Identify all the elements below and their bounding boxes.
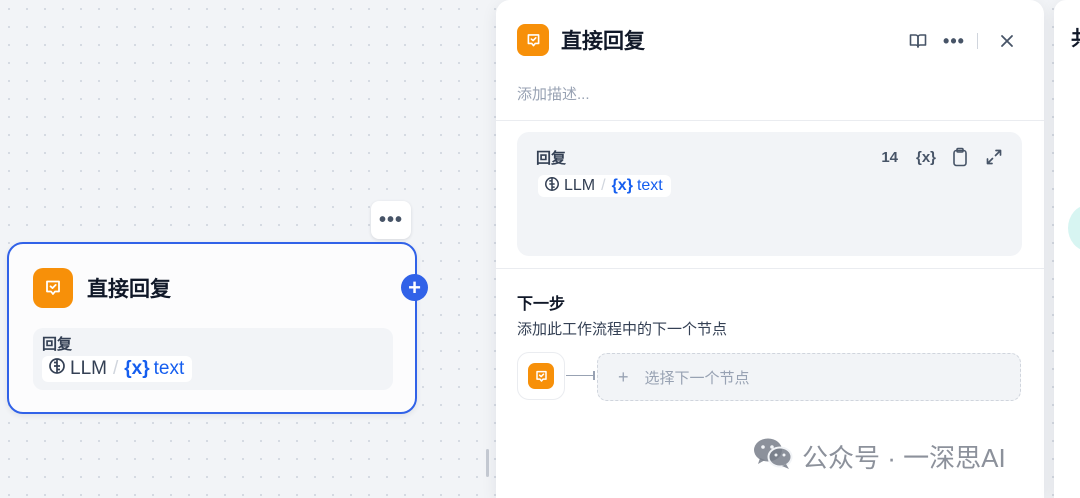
description-input[interactable]: 添加描述... bbox=[517, 83, 590, 104]
direct-reply-node[interactable]: 直接回复 回复 LLM / {x} text bbox=[7, 242, 417, 414]
panel-more-button[interactable]: ••• bbox=[941, 28, 967, 54]
select-next-node-label: 选择下一个节点 bbox=[644, 369, 750, 387]
variable-icon: {x} bbox=[611, 177, 633, 194]
variable-source-node: LLM bbox=[70, 358, 107, 379]
variable-name: text bbox=[153, 358, 185, 379]
adjacent-panel-title: 共 bbox=[1071, 22, 1080, 51]
variable-name: text bbox=[636, 177, 663, 194]
node-more-button[interactable]: ••• bbox=[371, 201, 411, 239]
next-step-description: 添加此工作流程中的下一个节点 bbox=[517, 321, 728, 338]
variable-separator: / bbox=[112, 358, 119, 379]
variable-chip: LLM / {x} text bbox=[42, 356, 193, 382]
watermark: 公众号 · 一深思AI bbox=[752, 436, 1006, 477]
divider bbox=[496, 268, 1044, 269]
expand-icon[interactable] bbox=[982, 145, 1006, 169]
variable-chip[interactable]: LLM / {x} text bbox=[538, 175, 671, 197]
reply-editor[interactable]: 回复 14 {x} LLM / {x} text bbox=[517, 132, 1022, 256]
divider bbox=[496, 120, 1044, 121]
watermark-text: 公众号 · 一深思AI bbox=[802, 443, 1006, 473]
wechat-icon bbox=[752, 436, 794, 477]
variable-separator: / bbox=[601, 177, 606, 194]
insert-variable-button[interactable]: {x} bbox=[914, 145, 938, 169]
reply-label: 回复 bbox=[536, 150, 567, 167]
reply-editor-toolbar: 14 {x} bbox=[881, 145, 1006, 169]
node-config-panel: 直接回复 ••• 添加描述... 回复 14 {x} LLM / {x} tex… bbox=[496, 0, 1044, 498]
node-reply-preview: 回复 LLM / {x} text bbox=[33, 328, 393, 390]
add-next-node-button[interactable]: + bbox=[401, 274, 428, 301]
current-node-thumbnail bbox=[517, 352, 565, 400]
node-header: 直接回复 bbox=[33, 268, 171, 308]
panel-title[interactable]: 直接回复 bbox=[561, 25, 645, 55]
llm-icon bbox=[544, 176, 560, 197]
next-step-title: 下一步 bbox=[517, 296, 566, 313]
adjacent-panel: 共 bbox=[1054, 0, 1080, 498]
reply-badge-icon bbox=[528, 363, 554, 389]
connector-line bbox=[566, 375, 594, 376]
variable-source-node: LLM bbox=[564, 177, 596, 194]
plus-icon: + bbox=[618, 366, 629, 387]
toolbar-divider bbox=[977, 33, 978, 49]
reply-badge-icon bbox=[33, 268, 73, 308]
reply-badge-icon bbox=[517, 24, 549, 56]
variable-icon: {x} bbox=[124, 358, 150, 379]
llm-icon bbox=[48, 357, 66, 381]
select-next-node-button[interactable]: + 选择下一个节点 bbox=[597, 353, 1021, 401]
char-count: 14 bbox=[881, 148, 898, 166]
clipboard-icon[interactable] bbox=[948, 145, 972, 169]
node-reply-label: 回复 bbox=[42, 336, 73, 353]
node-title: 直接回复 bbox=[87, 278, 171, 301]
panel-resize-handle[interactable] bbox=[486, 449, 489, 477]
book-icon[interactable] bbox=[905, 28, 931, 54]
connector-end bbox=[593, 371, 595, 380]
close-icon[interactable] bbox=[994, 28, 1020, 54]
panel-toolbar: ••• bbox=[905, 28, 1020, 54]
panel-header: 直接回复 bbox=[517, 24, 645, 56]
